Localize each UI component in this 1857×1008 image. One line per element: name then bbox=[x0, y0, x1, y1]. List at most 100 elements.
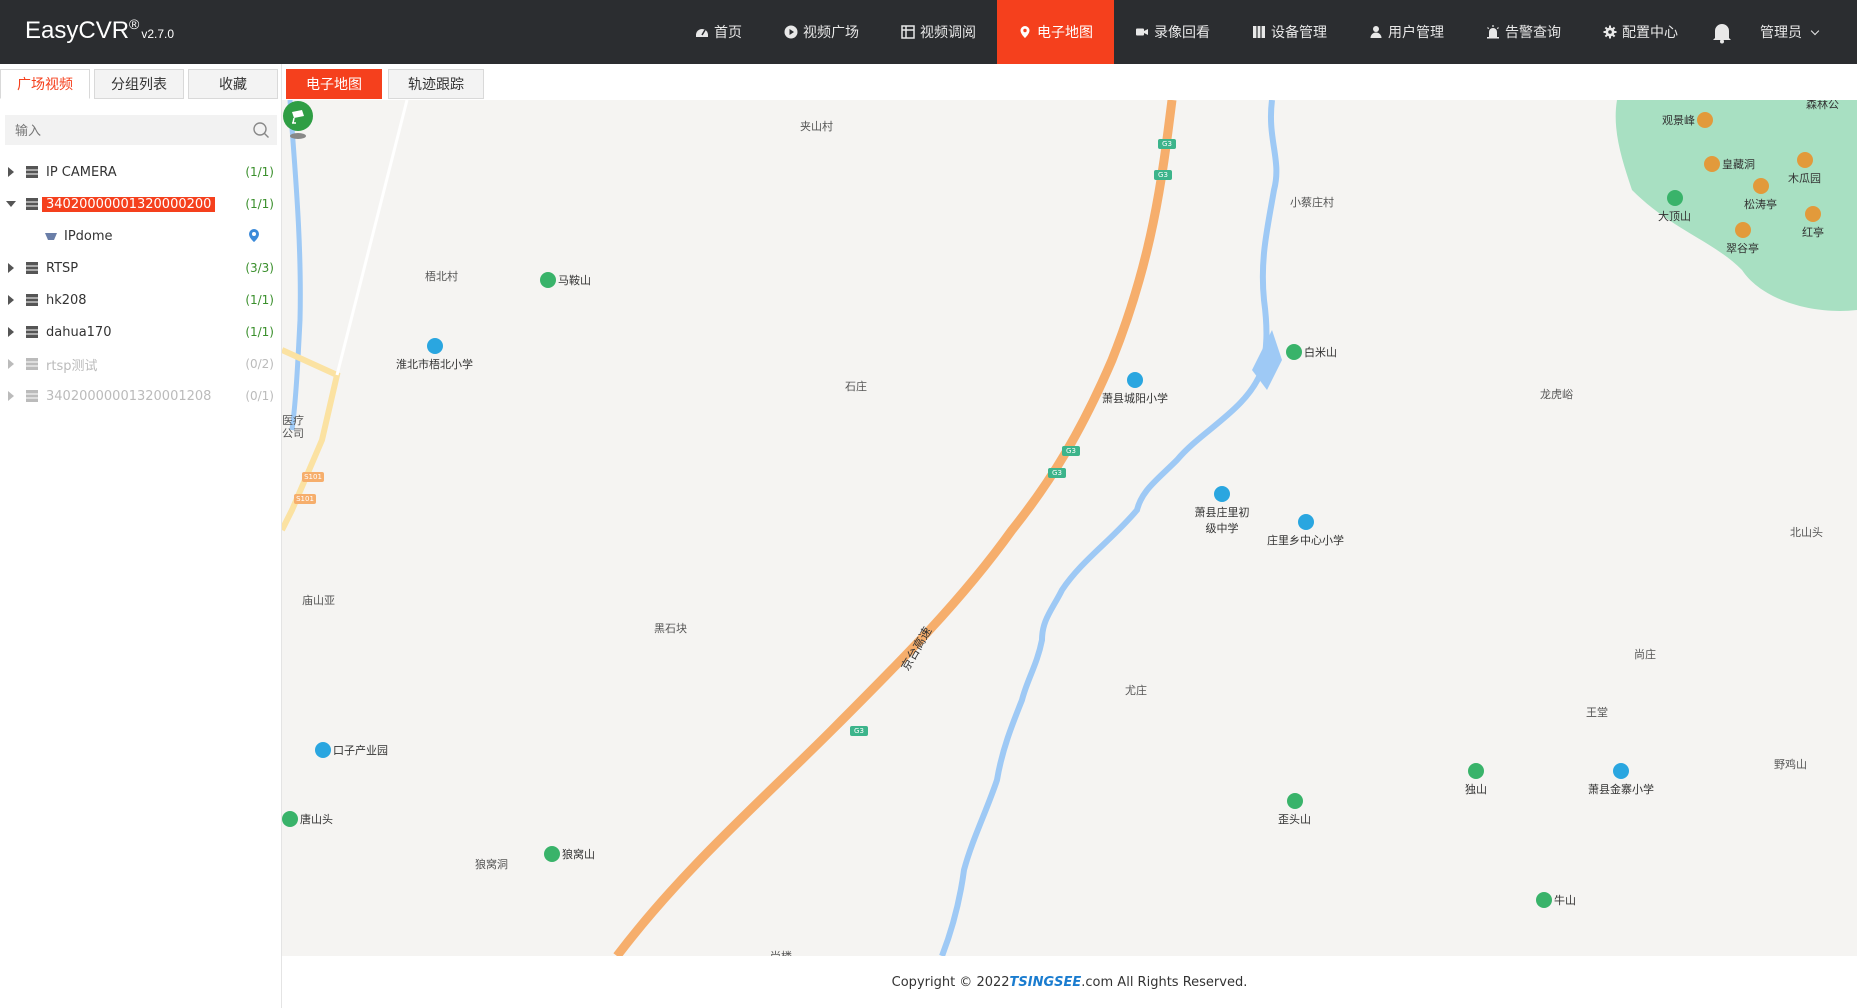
nav-home-label: 首页 bbox=[714, 25, 742, 41]
scenic-icon bbox=[1697, 112, 1713, 128]
nav-alarm-query-label: 告警查询 bbox=[1505, 25, 1561, 41]
poi-label: 庄里乡中心小学 bbox=[1267, 534, 1344, 547]
place-label: 野鸡山 bbox=[1774, 758, 1807, 771]
scenic-icon bbox=[1704, 156, 1720, 172]
tab-group-list[interactable]: 分组列表 bbox=[94, 69, 184, 99]
map-tabs: 电子地图 轨迹跟踪 bbox=[286, 69, 484, 99]
tree-node[interactable]: hk208 (1/1) bbox=[0, 284, 282, 316]
nav-alarm-query[interactable]: 告警查询 bbox=[1465, 0, 1582, 64]
expand-arrow-icon[interactable] bbox=[8, 295, 14, 305]
app-title: EasyCVR bbox=[25, 17, 130, 44]
poi-mountain[interactable]: 马鞍山 bbox=[540, 272, 591, 288]
poi-school[interactable]: 淮北市梧北小学 bbox=[396, 338, 473, 372]
device-icon bbox=[26, 390, 38, 402]
user-menu[interactable]: 管理员 bbox=[1760, 22, 1820, 42]
nav-device-management[interactable]: 设备管理 bbox=[1231, 0, 1348, 64]
tree-node-label: 34020000001320001208 bbox=[46, 388, 212, 404]
poi-scenic[interactable]: 红亭 bbox=[1802, 206, 1824, 240]
tree-node-offline[interactable]: rtsp测试 (0/2) bbox=[0, 348, 282, 380]
user-name: 管理员 bbox=[1760, 25, 1802, 41]
place-label: 小蔡庄村 bbox=[1290, 196, 1334, 209]
poi-school[interactable]: 萧县庄里初级中学 bbox=[1194, 486, 1250, 536]
nav-config-center[interactable]: 配置中心 bbox=[1582, 0, 1699, 64]
poi-label: 白米山 bbox=[1304, 346, 1337, 359]
scenic-icon bbox=[1805, 206, 1821, 222]
poi-label: 歪头山 bbox=[1278, 813, 1311, 826]
device-icon bbox=[26, 262, 38, 274]
poi-label: 牛山 bbox=[1554, 894, 1576, 907]
app-logo[interactable]: EasyCVR®v2.7.0 bbox=[25, 16, 174, 45]
poi-school[interactable]: 萧县金寨小学 bbox=[1588, 763, 1654, 797]
registered-mark: ® bbox=[129, 16, 140, 32]
park-icon bbox=[315, 742, 331, 758]
tree-node-count: (1/1) bbox=[245, 165, 274, 179]
tab-track-follow[interactable]: 轨迹跟踪 bbox=[388, 69, 484, 99]
place-label: 尤庄 bbox=[1125, 684, 1147, 697]
tree-node-selected[interactable]: 34020000001320000200 (1/1) bbox=[0, 188, 282, 220]
poi-mountain[interactable]: 大顶山 bbox=[1658, 190, 1691, 224]
place-label: 黑石块 bbox=[654, 622, 687, 635]
tab-square-video[interactable]: 广场视频 bbox=[0, 69, 90, 99]
expand-arrow-icon[interactable] bbox=[8, 263, 14, 273]
expand-arrow-icon[interactable] bbox=[8, 327, 14, 337]
search-icon[interactable] bbox=[252, 121, 270, 139]
poi-scenic[interactable]: 森林公 bbox=[1806, 100, 1839, 112]
nav-user-management[interactable]: 用户管理 bbox=[1348, 0, 1465, 64]
nav-electronic-map[interactable]: 电子地图 bbox=[997, 0, 1114, 64]
dashboard-icon bbox=[696, 29, 708, 37]
tab-favorites[interactable]: 收藏 bbox=[188, 69, 278, 99]
tree-node-label: 34020000001320000200 bbox=[42, 196, 216, 212]
poi-scenic[interactable]: 皇藏洞 bbox=[1704, 156, 1755, 172]
channel-label: IPdome bbox=[64, 228, 113, 244]
nav-video-square[interactable]: 视频广场 bbox=[763, 0, 880, 64]
poi-mountain[interactable]: 独山 bbox=[1465, 763, 1487, 797]
poi-scenic[interactable]: 松涛亭 bbox=[1744, 178, 1777, 212]
poi-scenic[interactable]: 翠谷亭 bbox=[1726, 222, 1759, 256]
tree-node-count: (3/3) bbox=[245, 261, 274, 275]
chevron-down-icon bbox=[1811, 26, 1820, 36]
tree-channel-node[interactable]: IPdome bbox=[0, 220, 282, 252]
mountain-icon bbox=[1286, 344, 1302, 360]
poi-mountain[interactable]: 唐山头 bbox=[282, 811, 333, 827]
poi-mountain[interactable]: 白米山 bbox=[1286, 344, 1337, 360]
mountain-icon bbox=[1666, 190, 1683, 206]
tree-node[interactable]: dahua170 (1/1) bbox=[0, 316, 282, 348]
tree-node[interactable]: RTSP (3/3) bbox=[0, 252, 282, 284]
mountain-icon bbox=[544, 846, 560, 862]
poi-park[interactable]: 口子产业园 bbox=[315, 742, 388, 758]
nav-video-review[interactable]: 视频调阅 bbox=[880, 0, 997, 64]
place-label: 龙虎峪 bbox=[1540, 388, 1573, 401]
tree-node-count: (1/1) bbox=[245, 293, 274, 307]
poi-mountain[interactable]: 歪头山 bbox=[1278, 793, 1311, 827]
nav-playback[interactable]: 录像回看 bbox=[1114, 0, 1231, 64]
poi-label: 皇藏洞 bbox=[1722, 158, 1755, 171]
highway-shield: G3 bbox=[1154, 170, 1172, 180]
poi-scenic[interactable]: 木瓜园 bbox=[1788, 152, 1821, 186]
device-tree: IP CAMERA (1/1) 34020000001320000200 (1/… bbox=[0, 156, 282, 412]
poi-label: 红亭 bbox=[1802, 226, 1824, 239]
bell-icon[interactable] bbox=[1710, 20, 1734, 44]
map-canvas[interactable]: G3 G3 G3 G3 G3 S101 S101 京台高速 夹山村 小蔡庄村 梧… bbox=[282, 100, 1857, 956]
poi-mountain[interactable]: 牛山 bbox=[1536, 892, 1576, 908]
expand-arrow-icon[interactable] bbox=[8, 391, 14, 401]
camera-marker-icon[interactable] bbox=[282, 100, 314, 140]
place-label: 北山头 bbox=[1790, 526, 1823, 539]
tree-node-offline[interactable]: 34020000001320001208 (0/1) bbox=[0, 380, 282, 412]
footer-brand[interactable]: TSINGSEE bbox=[1010, 975, 1082, 990]
poi-mountain[interactable]: 狼窝山 bbox=[544, 846, 595, 862]
search-input[interactable] bbox=[5, 115, 277, 145]
collapse-arrow-icon[interactable] bbox=[6, 201, 16, 207]
poi-school[interactable]: 庄里乡中心小学 bbox=[1267, 514, 1344, 548]
poi-school[interactable]: 萧县城阳小学 bbox=[1102, 372, 1168, 406]
poi-label: 独山 bbox=[1465, 783, 1487, 796]
expand-arrow-icon[interactable] bbox=[8, 167, 14, 177]
poi-scenic[interactable]: 观景峰 bbox=[1662, 112, 1713, 128]
tree-node[interactable]: IP CAMERA (1/1) bbox=[0, 156, 282, 188]
school-icon bbox=[1613, 763, 1629, 779]
tab-electronic-map[interactable]: 电子地图 bbox=[286, 69, 382, 99]
nav-home[interactable]: 首页 bbox=[674, 0, 763, 64]
tree-node-label: RTSP bbox=[46, 260, 79, 276]
expand-arrow-icon[interactable] bbox=[8, 359, 14, 369]
location-icon[interactable] bbox=[248, 229, 260, 243]
school-icon bbox=[1214, 486, 1230, 502]
